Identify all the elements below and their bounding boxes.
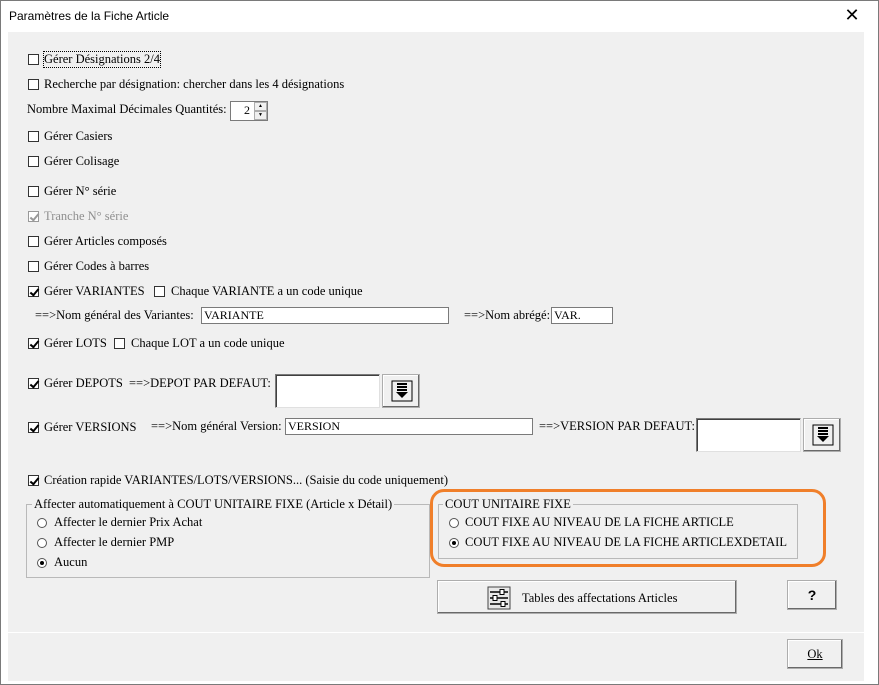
nom-abrege-label: ==>Nom abrégé:	[464, 308, 551, 322]
gerer-no-serie-label: Gérer N° série	[44, 184, 117, 198]
creation-rapide-checkbox[interactable]	[28, 475, 39, 486]
gerer-articles-composes-label: Gérer Articles composés	[44, 234, 167, 248]
cout-fiche-article-label: COUT FIXE AU NIVEAU DE LA FICHE ARTICLE	[465, 515, 734, 529]
variante-code-unique-checkbox[interactable]	[154, 286, 165, 297]
gerer-variantes-checkbox[interactable]	[28, 286, 39, 297]
lot-code-unique-label: Chaque LOT a un code unique	[131, 336, 285, 350]
nom-general-version-input[interactable]: VERSION	[285, 418, 533, 435]
gerer-colisage-checkbox[interactable]	[28, 156, 39, 167]
gerer-codes-barres-label: Gérer Codes à barres	[44, 259, 150, 273]
gerer-versions-checkbox[interactable]	[28, 422, 39, 433]
tranche-no-serie-checkbox	[28, 211, 39, 222]
gerer-lots-label: Gérer LOTS	[44, 336, 107, 350]
nb-decimales-spinner[interactable]: 2 ▲ ▼	[230, 101, 268, 121]
affecter-aucun-label: Aucun	[54, 555, 88, 569]
affecter-aucun-radio[interactable]	[37, 558, 47, 568]
affecter-group-title: Affecter automatiquement à COUT UNITAIRE…	[32, 497, 395, 512]
nom-general-variantes-label: ==>Nom général des Variantes:	[35, 308, 194, 322]
nom-general-version-label: ==>Nom général Version:	[151, 419, 282, 433]
lot-code-unique-checkbox[interactable]	[114, 338, 125, 349]
gerer-no-serie-checkbox[interactable]	[28, 186, 39, 197]
gerer-lots-checkbox[interactable]	[28, 338, 39, 349]
depot-defaut-field[interactable]	[275, 374, 380, 408]
title-bar: Paramètres de la Fiche Article ✕	[1, 1, 878, 31]
creation-rapide-label: Création rapide VARIANTES/LOTS/VERSIONS.…	[44, 473, 449, 487]
gerer-designations-label: Gérer Désignations 2/4	[43, 51, 161, 68]
cout-articlexdetail-label: COUT FIXE AU NIVEAU DE LA FICHE ARTICLEX…	[465, 535, 787, 549]
version-lookup-button[interactable]	[803, 418, 841, 452]
affecter-pmp-label: Affecter le dernier PMP	[54, 535, 175, 549]
affecter-prix-achat-label: Affecter le dernier Prix Achat	[54, 515, 203, 529]
cout-articlexdetail-radio[interactable]	[449, 538, 459, 548]
help-button[interactable]: ?	[787, 580, 837, 610]
gerer-articles-composes-checkbox[interactable]	[28, 236, 39, 247]
gerer-casiers-checkbox[interactable]	[28, 131, 39, 142]
footer-panel	[8, 633, 864, 681]
affecter-prix-achat-radio[interactable]	[37, 518, 47, 528]
nb-decimales-value[interactable]: 2	[244, 103, 250, 118]
window-title: Paramètres de la Fiche Article	[9, 9, 170, 23]
recherche-designation-checkbox[interactable]	[28, 79, 39, 90]
tables-affectations-label: Tables des affectations Articles	[522, 591, 678, 605]
gerer-codes-barres-checkbox[interactable]	[28, 261, 39, 272]
nb-decimales-label: Nombre Maximal Décimales Quantités:	[27, 102, 227, 116]
tables-affectations-button[interactable]: Tables des affectations Articles	[437, 580, 737, 614]
version-defaut-label: ==>VERSION PAR DEFAUT:	[539, 419, 695, 433]
list-down-arrow-icon	[812, 424, 834, 446]
spin-up-icon[interactable]: ▲	[254, 102, 267, 111]
affecter-pmp-radio[interactable]	[37, 538, 47, 548]
cout-groupbox	[438, 504, 798, 559]
cout-group-title: COUT UNITAIRE FIXE	[443, 497, 573, 512]
gerer-versions-label: Gérer VERSIONS	[44, 420, 137, 434]
depot-defaut-label: ==>DEPOT PAR DEFAUT:	[129, 376, 271, 390]
gerer-casiers-label: Gérer Casiers	[44, 129, 113, 143]
right-border	[864, 32, 872, 681]
recherche-designation-label: Recherche par désignation: chercher dans…	[44, 77, 345, 91]
ok-button[interactable]: Ok	[787, 639, 843, 669]
list-down-arrow-icon	[391, 380, 413, 402]
depot-lookup-button[interactable]	[382, 374, 420, 408]
close-icon[interactable]: ✕	[837, 2, 867, 30]
sliders-icon	[487, 586, 511, 610]
gerer-designations-checkbox[interactable]	[28, 54, 39, 65]
tranche-no-serie-label: Tranche N° série	[44, 209, 129, 223]
gerer-depots-checkbox[interactable]	[28, 378, 39, 389]
nom-general-variantes-input[interactable]: VARIANTE	[201, 307, 449, 324]
gerer-variantes-label: Gérer VARIANTES	[44, 284, 145, 298]
cout-fiche-article-radio[interactable]	[449, 518, 459, 528]
version-defaut-field[interactable]	[696, 418, 801, 452]
variante-code-unique-label: Chaque VARIANTE a un code unique	[171, 284, 363, 298]
gerer-colisage-label: Gérer Colisage	[44, 154, 120, 168]
spin-down-icon[interactable]: ▼	[254, 111, 267, 120]
nom-abrege-input[interactable]: VAR.	[551, 307, 613, 324]
gerer-depots-label: Gérer DEPOTS	[44, 376, 123, 390]
